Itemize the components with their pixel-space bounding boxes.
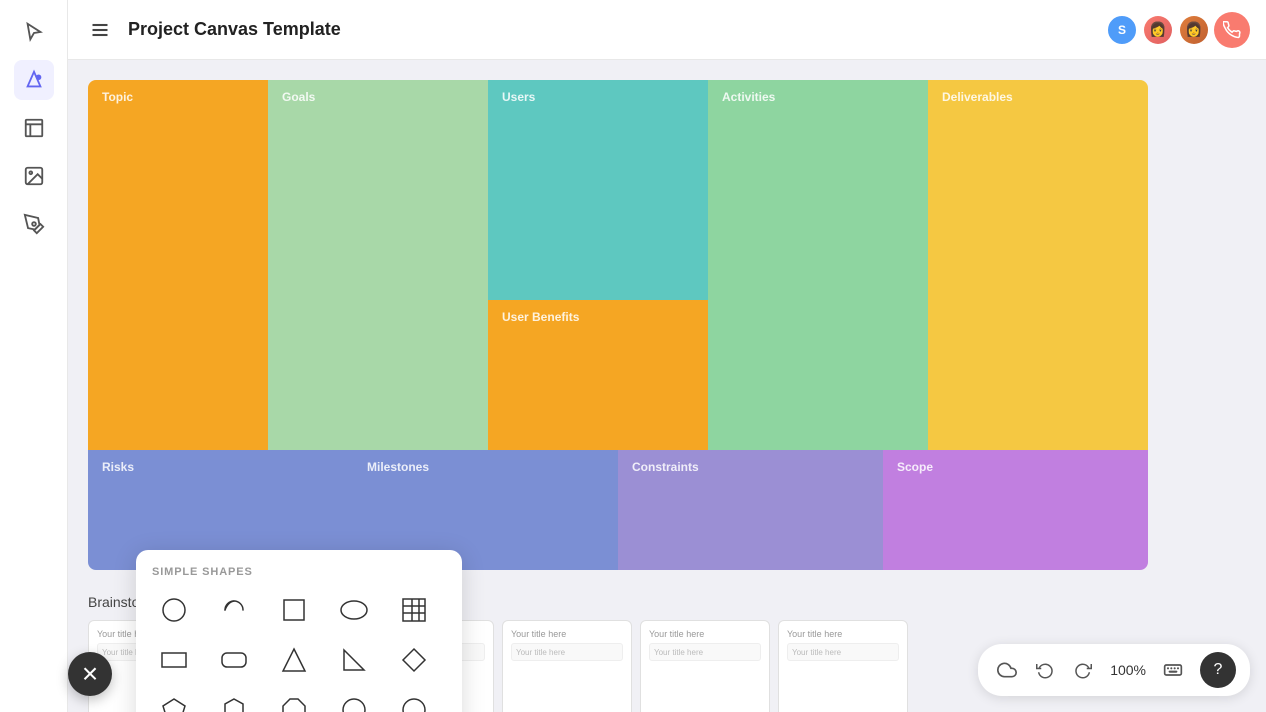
menu-button[interactable] xyxy=(84,14,116,46)
shape-circle-3[interactable] xyxy=(392,688,436,712)
bcard-4-title: Your title here xyxy=(511,629,623,639)
shape-octagon[interactable] xyxy=(272,688,316,712)
project-canvas-grid: Topic Goals Users xyxy=(88,80,1148,570)
frame-tool[interactable] xyxy=(14,108,54,148)
shape-triangle[interactable] xyxy=(272,638,316,682)
image-tool[interactable] xyxy=(14,156,54,196)
main-area: Project Canvas Template S 👩 👩 xyxy=(68,0,1266,712)
goals-label: Goals xyxy=(282,90,474,104)
bcard-4: Your title here Your title here xyxy=(502,620,632,712)
shapes-section-title: SIMPLE SHAPES xyxy=(152,566,446,578)
zoom-level: 100% xyxy=(1106,662,1150,678)
draw-tool[interactable] xyxy=(14,204,54,244)
activities-cell: Activities xyxy=(708,80,928,300)
bcard-6-title: Your title here xyxy=(787,629,899,639)
users-cell-top: Users xyxy=(488,80,708,300)
avatar-3: 👩 xyxy=(1178,14,1210,46)
constraints-label: Constraints xyxy=(632,460,869,474)
shape-square[interactable] xyxy=(272,588,316,632)
top-row: Topic Goals Users xyxy=(88,80,1148,450)
bcard-5: Your title here Your title here xyxy=(640,620,770,712)
avatar-s: S xyxy=(1106,14,1138,46)
users-label: Users xyxy=(502,90,694,104)
shapes-panel: SIMPLE SHAPES xyxy=(136,550,462,712)
shape-arc[interactable] xyxy=(212,588,256,632)
top-right-top: Goals Users Activities xyxy=(268,80,1148,300)
bcard-4-sub: Your title here xyxy=(511,643,623,661)
user-benefits-cell: User Benefits xyxy=(488,300,708,450)
shapes-grid xyxy=(152,588,446,712)
scope-cell: Scope xyxy=(883,450,1148,570)
bcard-6-sub: Your title here xyxy=(787,643,899,661)
shapes-tool[interactable] xyxy=(14,60,54,100)
shape-rect[interactable] xyxy=(152,638,196,682)
constraints-cell: Constraints xyxy=(618,450,883,570)
goals-cell: Goals xyxy=(268,80,488,300)
bottom-bar: 100% ? xyxy=(978,644,1250,696)
activities-label: Activities xyxy=(722,90,914,104)
canvas-scroll[interactable]: Topic Goals Users xyxy=(68,60,1266,712)
cloud-icon[interactable] xyxy=(992,655,1022,685)
call-button[interactable] xyxy=(1214,12,1250,48)
bcard-5-sub: Your title here xyxy=(649,643,761,661)
shape-circle[interactable] xyxy=(152,588,196,632)
deliverables-cell: Deliverables xyxy=(928,80,1148,300)
milestones-label: Milestones xyxy=(367,460,604,474)
deliverables-label: Deliverables xyxy=(942,90,1134,104)
redo-button[interactable] xyxy=(1068,655,1098,685)
left-toolbar xyxy=(0,0,68,712)
shape-ellipse[interactable] xyxy=(332,588,376,632)
shape-rounded-rect[interactable] xyxy=(212,638,256,682)
undo-button[interactable] xyxy=(1030,655,1060,685)
topic-label: Topic xyxy=(102,90,254,104)
shape-diamond[interactable] xyxy=(392,638,436,682)
project-title: Project Canvas Template xyxy=(128,19,1094,40)
shape-grid[interactable] xyxy=(392,588,436,632)
activities-cell-bottom xyxy=(708,300,928,450)
shape-hexagon[interactable] xyxy=(212,688,256,712)
deliverables-cell-bottom xyxy=(928,300,1148,450)
top-right: Goals Users Activities xyxy=(268,80,1148,450)
topic-cell: Topic xyxy=(88,80,268,450)
user-benefits-label: User Benefits xyxy=(502,310,694,324)
avatar-2: 👩 xyxy=(1142,14,1174,46)
keyboard-icon[interactable] xyxy=(1158,655,1188,685)
goals-cell-bottom xyxy=(268,300,488,450)
risks-label: Risks xyxy=(102,460,339,474)
scope-label: Scope xyxy=(897,460,1134,474)
fab-button[interactable]: × xyxy=(68,652,112,696)
avatars: S 👩 👩 xyxy=(1106,12,1250,48)
help-button[interactable]: ? xyxy=(1200,652,1236,688)
shape-circle-2[interactable] xyxy=(332,688,376,712)
header: Project Canvas Template S 👩 👩 xyxy=(68,0,1266,60)
bcard-5-title: Your title here xyxy=(649,629,761,639)
shape-pentagon[interactable] xyxy=(152,688,196,712)
cursor-tool[interactable] xyxy=(14,12,54,52)
bcard-6: Your title here Your title here xyxy=(778,620,908,712)
top-right-bottom: User Benefits xyxy=(268,300,1148,450)
shape-right-triangle[interactable] xyxy=(332,638,376,682)
